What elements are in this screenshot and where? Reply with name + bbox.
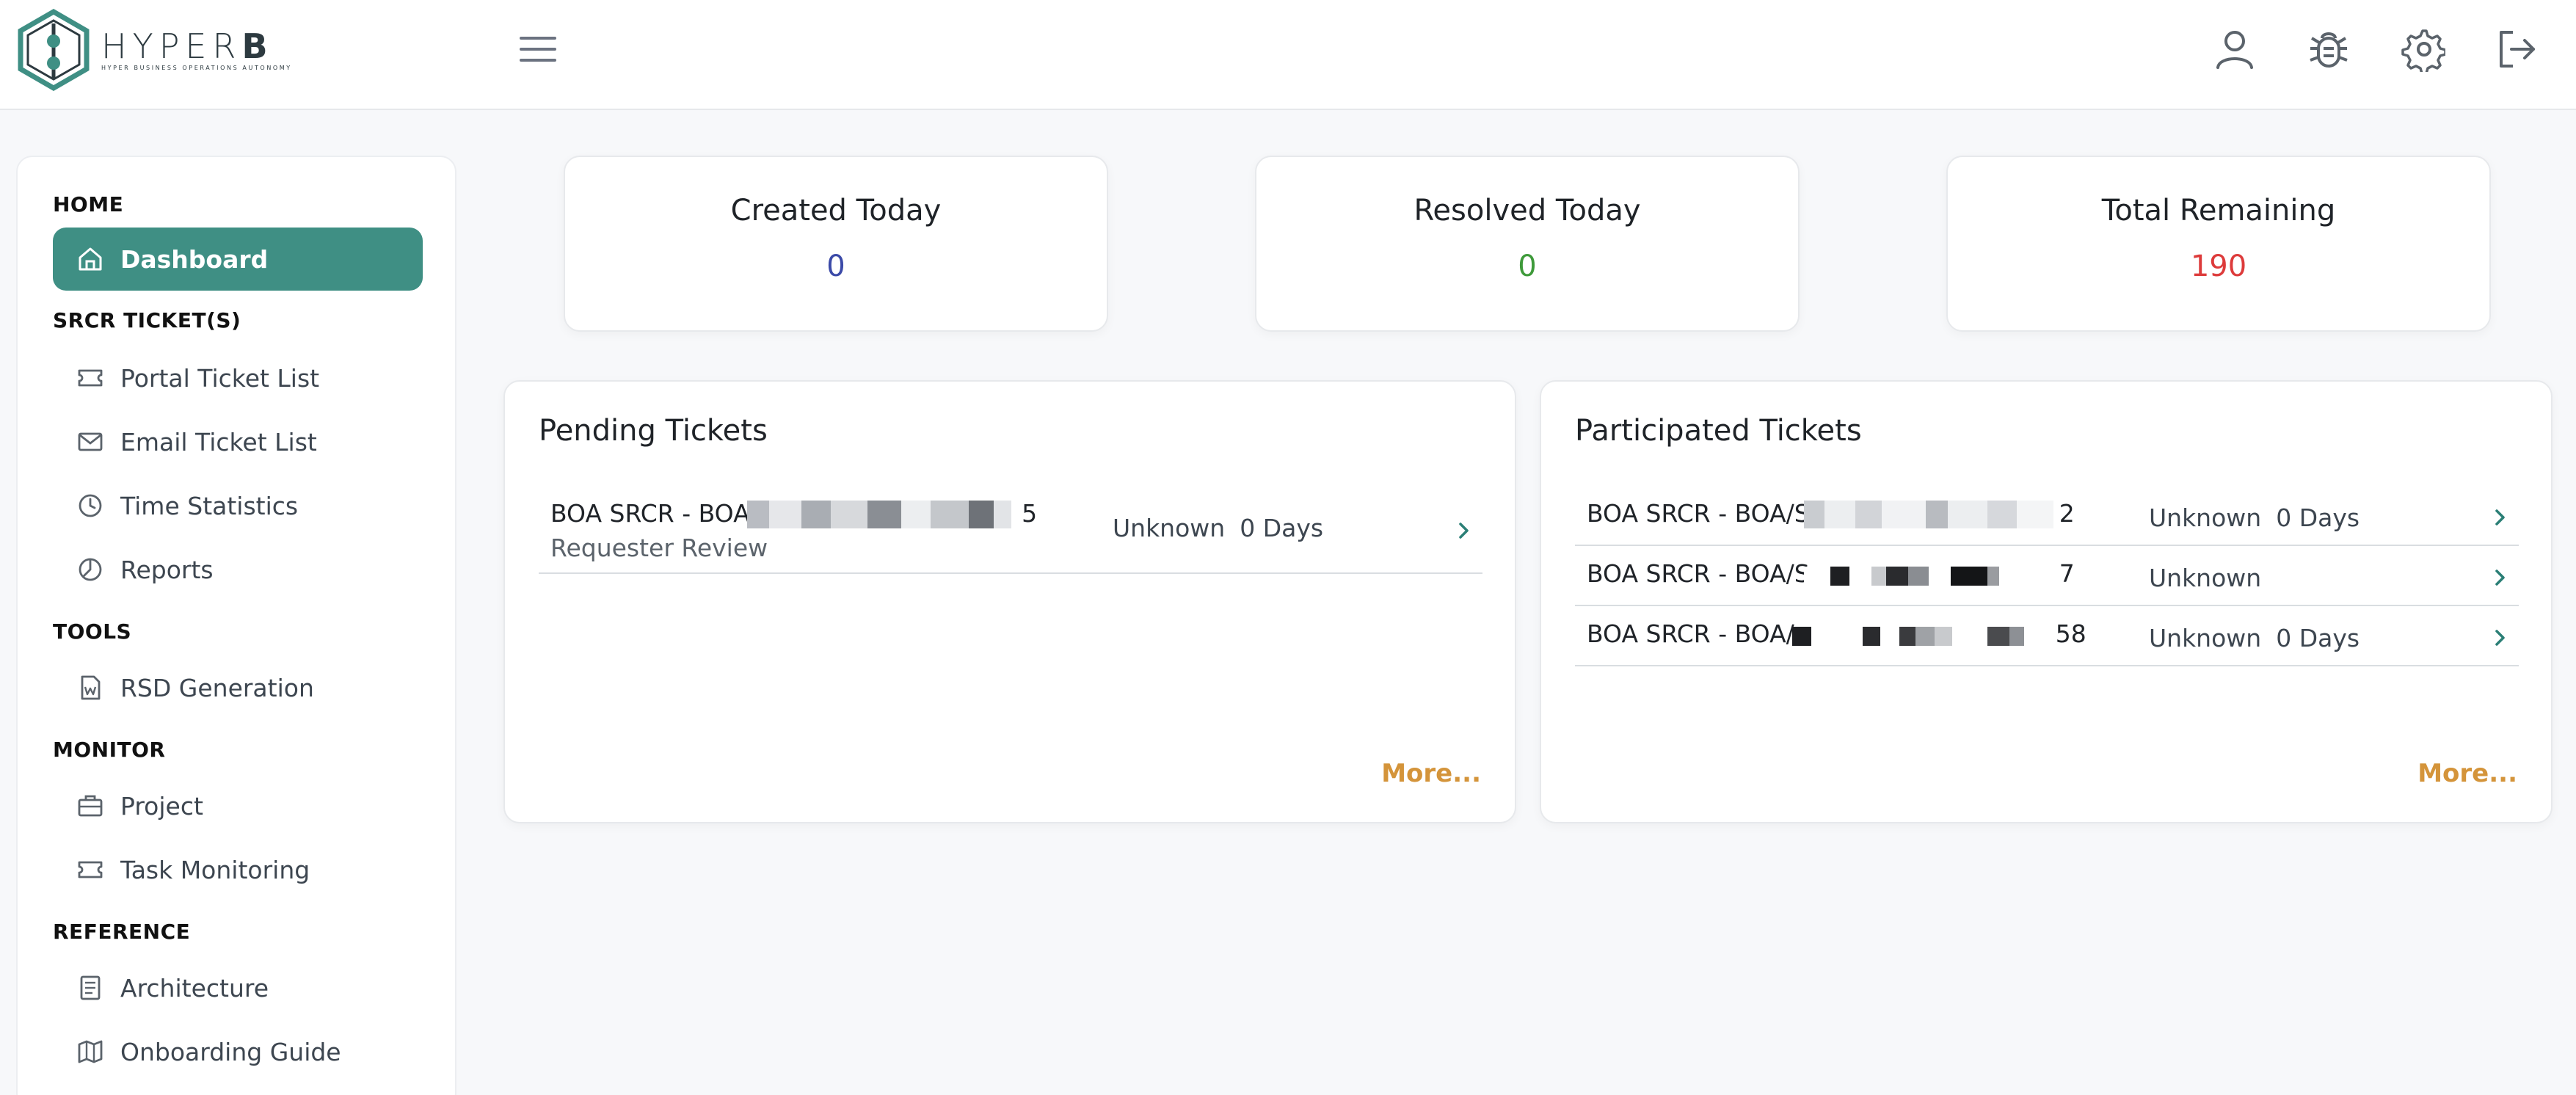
ticket-name: BOA SRCR - BOA/S 7 xyxy=(1587,559,2075,588)
ticket-icon xyxy=(78,369,103,387)
sidebar-item-onboarding-guide[interactable]: Onboarding Guide xyxy=(53,1020,423,1083)
chevron-right-icon[interactable] xyxy=(1456,520,1472,542)
ticket-info: BOA SRCR - BOA/S 2 xyxy=(1587,499,2075,528)
sidebar-item-rsd-generation[interactable]: RSD Generation xyxy=(53,656,423,719)
stat-title: Total Remaining xyxy=(2101,194,2336,228)
redacted-text xyxy=(1792,627,2053,646)
stat-value: 0 xyxy=(826,250,845,283)
top-bar: HYPERB HYPER BUSINESS OPERATIONS AUTONOM… xyxy=(0,0,2576,110)
ticket-state: Unknown 0 Days xyxy=(2149,624,2360,652)
redacted-text xyxy=(1804,567,2053,586)
sidebar: HOME Dashboard SRCR TICKET(S) Portal Tic… xyxy=(16,156,456,1095)
redacted-text xyxy=(1804,501,2053,528)
ticket-info: BOA SRCR - BOA, 5 Requester Review xyxy=(550,499,1037,562)
sidebar-item-label: Task Monitoring xyxy=(120,855,310,884)
word-document-icon xyxy=(81,675,101,700)
ticket-name: BOA SRCR - BOA/58 xyxy=(1587,619,2086,648)
redacted-text xyxy=(747,501,1011,528)
briefcase-icon xyxy=(78,795,103,817)
brand: HYPERB HYPER BUSINESS OPERATIONS AUTONOM… xyxy=(101,29,292,71)
stat-title: Resolved Today xyxy=(1413,194,1641,228)
sidebar-item-label: Onboarding Guide xyxy=(120,1037,341,1066)
table-row[interactable]: BOA SRCR - BOA, 5 Requester Review Unknow… xyxy=(539,487,1482,574)
stat-value: 190 xyxy=(2190,250,2247,283)
menu-icon[interactable] xyxy=(518,32,558,66)
table-row[interactable]: BOA SRCR - BOA/58 Unknown 0 Days xyxy=(1575,608,2519,666)
sidebar-item-reports[interactable]: Reports xyxy=(53,538,423,601)
sidebar-item-label: Dashboard xyxy=(120,244,269,274)
stat-title: Created Today xyxy=(730,194,942,228)
document-icon xyxy=(80,975,101,1000)
ticket-state: Unknown 0 Days xyxy=(2149,503,2360,532)
total-remaining-card: Total Remaining 190 xyxy=(1946,156,2491,332)
resolved-today-card: Resolved Today 0 xyxy=(1255,156,1800,332)
section-reference: REFERENCE xyxy=(53,920,191,944)
user-icon[interactable] xyxy=(2212,26,2257,72)
map-icon xyxy=(78,1040,103,1063)
logout-icon[interactable] xyxy=(2494,26,2539,72)
chevron-right-icon[interactable] xyxy=(2492,567,2508,589)
chevron-right-icon[interactable] xyxy=(2492,627,2508,649)
chevron-right-icon[interactable] xyxy=(2492,506,2508,528)
brand-name: HYPERB xyxy=(101,26,274,66)
more-participated-link[interactable]: More... xyxy=(2417,759,2517,788)
ticket-state: Unknown 0 Days xyxy=(1113,514,1324,542)
sidebar-item-label: RSD Generation xyxy=(120,673,314,702)
table-row[interactable]: BOA SRCR - BOA/S 7 Unknown xyxy=(1575,548,2519,606)
clock-icon xyxy=(79,494,102,517)
pie-chart-icon xyxy=(79,558,102,581)
sidebar-item-dashboard[interactable]: Dashboard xyxy=(53,228,423,291)
hyperb-logo xyxy=(18,8,90,92)
created-today-card: Created Today 0 xyxy=(564,156,1108,332)
bug-icon[interactable] xyxy=(2306,26,2351,72)
brand-tagline: HYPER BUSINESS OPERATIONS AUTONOMY xyxy=(101,65,292,71)
sidebar-item-task-monitoring[interactable]: Task Monitoring xyxy=(53,838,423,901)
ticket-info: BOA SRCR - BOA/S 7 xyxy=(1587,559,2075,588)
section-monitor: MONITOR xyxy=(53,738,166,762)
more-pending-link[interactable]: More... xyxy=(1381,759,1481,788)
sidebar-item-project[interactable]: Project xyxy=(53,774,423,837)
ticket-name: BOA SRCR - BOA, 5 xyxy=(550,499,1038,528)
ticket-state: Unknown xyxy=(2149,564,2262,592)
sidebar-item-label: Architecture xyxy=(120,973,269,1003)
sidebar-item-email-ticket-list[interactable]: Email Ticket List xyxy=(53,410,423,473)
sidebar-item-label: Email Ticket List xyxy=(120,427,317,456)
section-tools: TOOLS xyxy=(53,619,132,644)
participated-tickets-panel: Participated Tickets BOA SRCR - BOA/S 2 U… xyxy=(1540,380,2553,823)
table-row[interactable]: BOA SRCR - BOA/S 2 Unknown 0 Days xyxy=(1575,487,2519,546)
stat-value: 0 xyxy=(1518,250,1537,283)
sidebar-item-time-statistics[interactable]: Time Statistics xyxy=(53,474,423,537)
ticket-status-label: Requester Review xyxy=(550,534,768,562)
gear-icon[interactable] xyxy=(2400,26,2445,72)
section-home: HOME xyxy=(53,192,124,217)
panel-title: Pending Tickets xyxy=(539,414,768,448)
ticket-icon xyxy=(78,861,103,878)
sidebar-item-label: Project xyxy=(120,791,203,821)
sidebar-item-label: Time Statistics xyxy=(120,491,299,520)
sidebar-item-label: Portal Ticket List xyxy=(120,363,320,393)
panel-title: Participated Tickets xyxy=(1575,414,1862,448)
section-srcr-tickets: SRCR TICKET(S) xyxy=(53,308,241,332)
sidebar-item-architecture[interactable]: Architecture xyxy=(53,956,423,1019)
ticket-info: BOA SRCR - BOA/58 xyxy=(1587,619,2086,648)
sidebar-item-label: Reports xyxy=(120,555,214,584)
mail-icon xyxy=(78,432,103,451)
home-icon xyxy=(79,247,102,271)
pending-tickets-panel: Pending Tickets BOA SRCR - BOA, 5 Request… xyxy=(503,380,1516,823)
sidebar-item-portal-ticket-list[interactable]: Portal Ticket List xyxy=(53,346,423,410)
ticket-name: BOA SRCR - BOA/S 2 xyxy=(1587,499,2075,528)
